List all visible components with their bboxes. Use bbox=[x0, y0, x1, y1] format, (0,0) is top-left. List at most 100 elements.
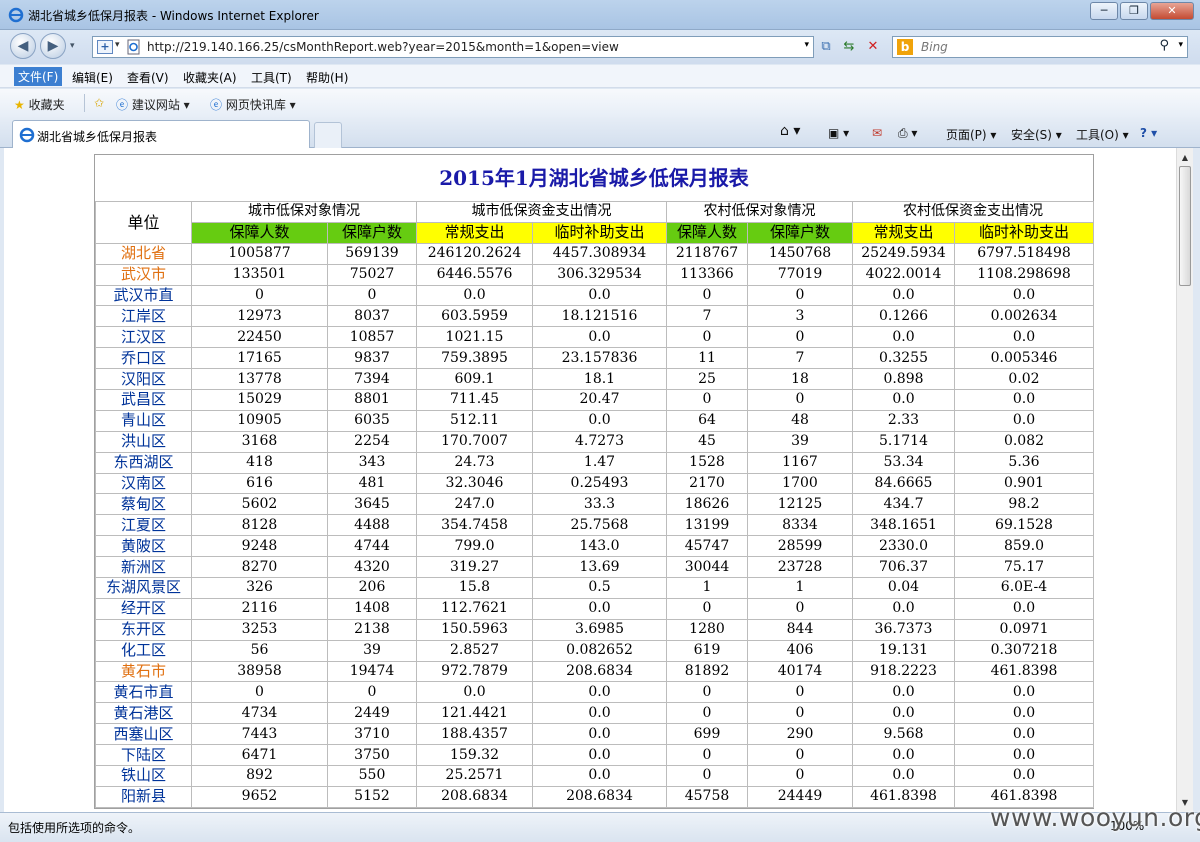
table-cell: 8801 bbox=[327, 389, 417, 411]
district-link[interactable]: 西塞山区 bbox=[95, 723, 192, 746]
district-link[interactable]: 东湖风景区 bbox=[95, 577, 192, 599]
district-link[interactable]: 江夏区 bbox=[95, 514, 192, 537]
district-link[interactable]: 江汉区 bbox=[95, 326, 192, 349]
district-link[interactable]: 化工区 bbox=[95, 639, 192, 662]
table-row: 武汉市直 0 0 0.0 0.0 0 0 0.0 0.0 bbox=[95, 284, 1094, 307]
web-slice-gallery-label: 网页快讯库 ▾ bbox=[225, 98, 296, 112]
group-header-urban-funds: 城市低保资金支出情况 bbox=[416, 201, 667, 223]
ie-page-icon: ⓔ bbox=[210, 98, 223, 112]
menu-favorites[interactable]: 收藏夹(A) bbox=[183, 69, 237, 86]
table-cell: 326 bbox=[191, 577, 328, 599]
district-link[interactable]: 新洲区 bbox=[95, 556, 192, 579]
table-cell: 461.8398 bbox=[852, 785, 955, 808]
district-link[interactable]: 武汉市直 bbox=[95, 284, 192, 307]
menu-file[interactable]: 文件(F) bbox=[14, 67, 63, 86]
compat-dropdown-icon[interactable]: ▾ bbox=[115, 40, 120, 50]
web-slice-gallery-link[interactable]: ⓔ 网页快讯库 ▾ bbox=[210, 96, 296, 113]
minimize-button[interactable]: ─ bbox=[1090, 2, 1118, 20]
table-row: 湖北省 1005877 569139 246120.2624 4457.308934 21… bbox=[95, 242, 1094, 265]
page-menu[interactable]: 页面(P) ▾ bbox=[946, 126, 996, 143]
district-link[interactable]: 汉南区 bbox=[95, 472, 192, 495]
menu-view[interactable]: 查看(V) bbox=[127, 69, 169, 86]
history-dropdown-icon[interactable]: ▾ bbox=[70, 41, 75, 51]
province-link[interactable]: 湖北省 bbox=[95, 242, 192, 265]
menu-tools[interactable]: 工具(T) bbox=[251, 69, 292, 86]
district-link[interactable]: 下陆区 bbox=[95, 744, 192, 767]
subheader-urban-regular: 常规支出 bbox=[416, 221, 533, 244]
district-link[interactable]: 阳新县 bbox=[95, 785, 192, 808]
restore-button[interactable]: ❐ bbox=[1120, 2, 1148, 20]
new-tab-button[interactable] bbox=[314, 122, 342, 148]
district-link[interactable]: 东开区 bbox=[95, 618, 192, 641]
forward-button[interactable]: ▶ bbox=[40, 33, 66, 59]
city-link[interactable]: 武汉市 bbox=[95, 263, 192, 286]
search-options-icon[interactable]: ▾ bbox=[1178, 40, 1183, 50]
table-cell: 609.1 bbox=[416, 368, 533, 391]
city-link[interactable]: 黄石市 bbox=[95, 660, 192, 683]
table-cell: 113366 bbox=[666, 263, 748, 286]
table-cell: 22450 bbox=[191, 326, 328, 349]
table-cell: 0.901 bbox=[954, 472, 1094, 495]
table-cell: 45758 bbox=[666, 785, 748, 808]
help-menu[interactable]: ? ▾ bbox=[1140, 126, 1157, 140]
suggested-sites-link[interactable]: ⓔ 建议网站 ▾ bbox=[116, 96, 190, 113]
safety-menu[interactable]: 安全(S) ▾ bbox=[1011, 126, 1062, 143]
search-icon[interactable]: ⚲ bbox=[1159, 38, 1169, 53]
url-text[interactable]: http://219.140.166.25/csMonthReport.web?… bbox=[147, 40, 619, 54]
table-cell: 10905 bbox=[191, 409, 328, 432]
stop-icon[interactable]: ✕ bbox=[864, 38, 882, 56]
refresh-icon[interactable]: ⇆ bbox=[840, 38, 858, 56]
add-favorites-icon[interactable]: ✩ bbox=[94, 96, 104, 110]
table-cell: 1108.298698 bbox=[954, 263, 1094, 286]
scroll-thumb[interactable] bbox=[1179, 166, 1191, 286]
table-cell: 1.47 bbox=[532, 451, 667, 474]
table-cell: 98.2 bbox=[954, 493, 1094, 516]
tools-menu[interactable]: 工具(O) ▾ bbox=[1076, 126, 1129, 143]
district-link[interactable]: 洪山区 bbox=[95, 430, 192, 453]
scroll-up-icon[interactable]: ▲ bbox=[1178, 150, 1192, 165]
district-link[interactable]: 乔口区 bbox=[95, 347, 192, 370]
read-mail-icon[interactable]: ✉ bbox=[872, 126, 882, 140]
district-link[interactable]: 青山区 bbox=[95, 409, 192, 432]
address-field[interactable]: + ▾ http://219.140.166.25/csMonthReport.… bbox=[92, 36, 814, 58]
compat-icon[interactable]: + bbox=[97, 40, 113, 54]
district-link[interactable]: 经开区 bbox=[95, 597, 192, 620]
district-link[interactable]: 江岸区 bbox=[95, 305, 192, 328]
table-cell: 0 bbox=[666, 765, 748, 787]
favorites-button[interactable]: ★ 收藏夹 bbox=[14, 96, 65, 113]
table-cell: 121.4421 bbox=[416, 702, 533, 725]
home-icon[interactable]: ⌂ ▾ bbox=[780, 123, 800, 139]
district-link[interactable]: 蔡甸区 bbox=[95, 493, 192, 516]
table-cell: 2116 bbox=[191, 597, 328, 620]
table-cell: 706.37 bbox=[852, 556, 955, 579]
district-link[interactable]: 黄石市直 bbox=[95, 681, 192, 704]
tab-active[interactable]: 湖北省城乡低保月报表 bbox=[12, 120, 310, 148]
table-cell: 0.0 bbox=[532, 744, 667, 767]
feeds-icon[interactable]: ▣ ▾ bbox=[828, 126, 849, 140]
table-cell: 206 bbox=[327, 577, 417, 599]
table-row: 汉南区 616 481 32.3046 0.25493 2170 1700 84.6665 0.… bbox=[95, 472, 1094, 495]
district-link[interactable]: 黄陂区 bbox=[95, 535, 192, 558]
vertical-scrollbar[interactable]: ▲ ▼ bbox=[1176, 148, 1193, 812]
subheader-urban-temporary: 临时补助支出 bbox=[532, 221, 667, 244]
compatibility-view-icon[interactable]: ⧉ bbox=[817, 38, 835, 56]
back-button[interactable]: ◀ bbox=[10, 33, 36, 59]
menu-edit[interactable]: 编辑(E) bbox=[72, 69, 113, 86]
district-link[interactable]: 汉阳区 bbox=[95, 368, 192, 391]
menu-help[interactable]: 帮助(H) bbox=[306, 69, 348, 86]
district-link[interactable]: 武昌区 bbox=[95, 389, 192, 411]
close-window-button[interactable]: ✕ bbox=[1150, 2, 1194, 20]
search-box[interactable]: b Bing ⚲ ▾ bbox=[892, 36, 1188, 58]
district-link[interactable]: 黄石港区 bbox=[95, 702, 192, 725]
district-link[interactable]: 铁山区 bbox=[95, 765, 192, 787]
report-rows: 湖北省 1005877 569139 246120.2624 4457.308934 21… bbox=[95, 242, 1094, 808]
address-dropdown-icon[interactable]: ▾ bbox=[804, 40, 809, 50]
table-cell: 10857 bbox=[327, 326, 417, 349]
table-cell: 0 bbox=[747, 681, 853, 704]
table-cell: 0.0 bbox=[532, 702, 667, 725]
district-link[interactable]: 东西湖区 bbox=[95, 451, 192, 474]
table-cell: 4488 bbox=[327, 514, 417, 537]
page-viewport: 2015年1月湖北省城乡低保月报表 单位 城市低保对象情况 城市低保资金支出情况… bbox=[4, 148, 1176, 812]
table-cell: 0.1266 bbox=[852, 305, 955, 328]
print-icon[interactable]: ⎙ ▾ bbox=[898, 126, 917, 141]
